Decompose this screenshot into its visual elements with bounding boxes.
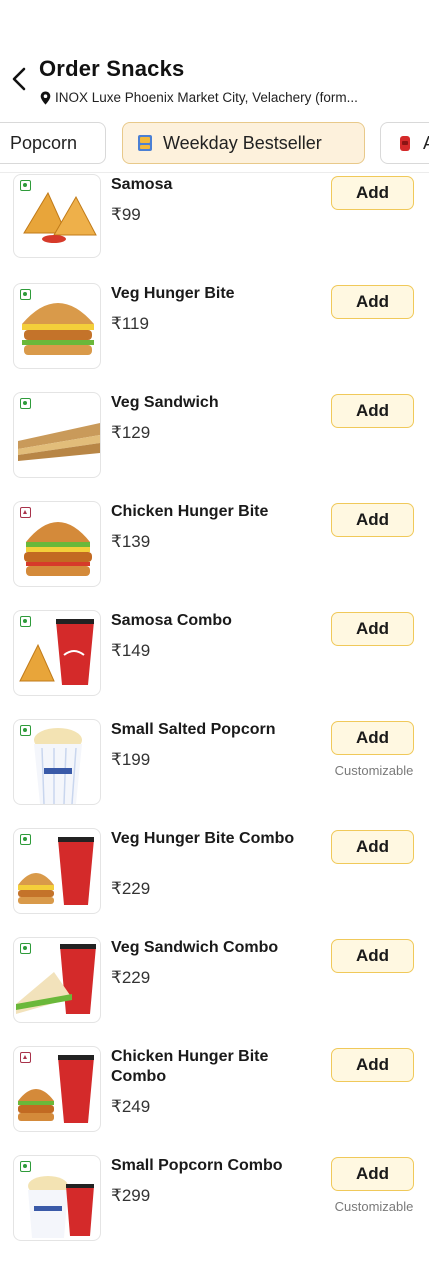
item-name: Samosa [111, 176, 173, 193]
item-name: Chicken Hunger Bite [111, 503, 269, 520]
item-image [13, 719, 101, 805]
add-button[interactable]: Add [331, 1048, 414, 1082]
page-title: Order Snacks [39, 56, 185, 81]
item-price: ₹99 [111, 205, 141, 224]
item-price: ₹149 [111, 641, 151, 660]
menu-item-small-popcorn-combo: Small Popcorn Combo ₹299 Add Customizabl… [0, 1151, 429, 1260]
item-image [13, 1046, 101, 1132]
nonveg-indicator-icon [20, 507, 31, 518]
category-tabs: Popcorn Weekday Bestseller A [0, 122, 429, 166]
add-button[interactable]: Add [331, 721, 414, 755]
veg-indicator-icon [20, 289, 31, 300]
nonveg-indicator-icon [20, 1052, 31, 1063]
item-price: ₹229 [111, 968, 151, 987]
add-button[interactable]: Add [331, 394, 414, 428]
veg-indicator-icon [20, 616, 31, 627]
item-image [13, 174, 101, 258]
menu-item-veg-sandwich: Veg Sandwich ₹129 Add [0, 388, 429, 497]
item-name: Veg Hunger Bite [111, 285, 235, 302]
menu-item-samosa-combo: Samosa Combo ₹149 Add [0, 606, 429, 715]
item-image [13, 828, 101, 914]
item-price: ₹119 [111, 314, 149, 333]
location-row[interactable]: INOX Luxe Phoenix Market City, Velachery… [40, 90, 420, 105]
location-pin-icon [40, 91, 51, 104]
customizable-label: Customizable [334, 763, 414, 778]
menu-item-samosa: Samosa ₹99 Add [0, 170, 429, 279]
item-price: ₹199 [111, 750, 151, 769]
veg-indicator-icon [20, 180, 31, 191]
item-name: Veg Hunger Bite Combo [111, 830, 295, 847]
tab-label: A [423, 133, 429, 154]
add-button[interactable]: Add [331, 939, 414, 973]
veg-indicator-icon [20, 943, 31, 954]
item-image [13, 283, 101, 369]
item-name: Small Salted Popcorn [111, 721, 276, 738]
chevron-left-icon [12, 67, 26, 91]
veg-indicator-icon [20, 725, 31, 736]
drink-icon [400, 136, 410, 151]
item-image [13, 501, 101, 587]
add-button[interactable]: Add [331, 830, 414, 864]
veg-indicator-icon [20, 1161, 31, 1172]
item-price: ₹139 [111, 532, 151, 551]
add-button[interactable]: Add [331, 1157, 414, 1191]
add-button[interactable]: Add [331, 612, 414, 646]
item-name: Veg Sandwich [111, 394, 219, 411]
veg-indicator-icon [20, 398, 31, 409]
item-image [13, 392, 101, 478]
add-button[interactable]: Add [331, 503, 414, 537]
item-price: ₹299 [111, 1186, 151, 1205]
add-button[interactable]: Add [331, 176, 414, 210]
menu-item-chicken-hunger-bite-combo: Chicken Hunger Bite Combo ₹249 Add [0, 1042, 429, 1151]
menu-item-veg-hunger-bite: Veg Hunger Bite ₹119 Add [0, 279, 429, 388]
customizable-label: Customizable [334, 1199, 414, 1214]
item-price: ₹229 [111, 879, 151, 898]
tab-popcorn[interactable]: Popcorn [0, 122, 106, 164]
tab-label: Weekday Bestseller [163, 132, 322, 153]
item-image [13, 937, 101, 1023]
item-name: Veg Sandwich Combo [111, 939, 279, 956]
menu-item-veg-sandwich-combo: Veg Sandwich Combo ₹229 Add [0, 933, 429, 1042]
item-name: Chicken Hunger Bite Combo [111, 1048, 269, 1085]
back-button[interactable] [8, 64, 30, 94]
menu-item-chicken-hunger-bite: Chicken Hunger Bite ₹139 Add [0, 497, 429, 606]
item-image [13, 610, 101, 696]
menu-item-veg-hunger-bite-combo: Veg Hunger Bite Combo ₹229 Add [0, 824, 429, 933]
item-price: ₹249 [111, 1097, 151, 1116]
item-image [13, 1155, 101, 1241]
tab-label: Popcorn [10, 132, 78, 153]
location-text: INOX Luxe Phoenix Market City, Velachery… [55, 90, 358, 105]
item-name: Small Popcorn Combo [111, 1157, 283, 1174]
item-name: Samosa Combo [111, 612, 232, 629]
veg-indicator-icon [20, 834, 31, 845]
header: Order Snacks INOX Luxe Phoenix Market Ci… [0, 0, 429, 118]
item-price: ₹129 [111, 423, 151, 442]
add-button[interactable]: Add [331, 285, 414, 319]
tab-weekday-bestseller[interactable]: Weekday Bestseller [122, 122, 365, 164]
menu-item-small-salted-popcorn: Small Salted Popcorn ₹199 Add Customizab… [0, 715, 429, 824]
bestseller-icon [138, 135, 152, 151]
tab-next-category[interactable]: A [380, 122, 429, 164]
